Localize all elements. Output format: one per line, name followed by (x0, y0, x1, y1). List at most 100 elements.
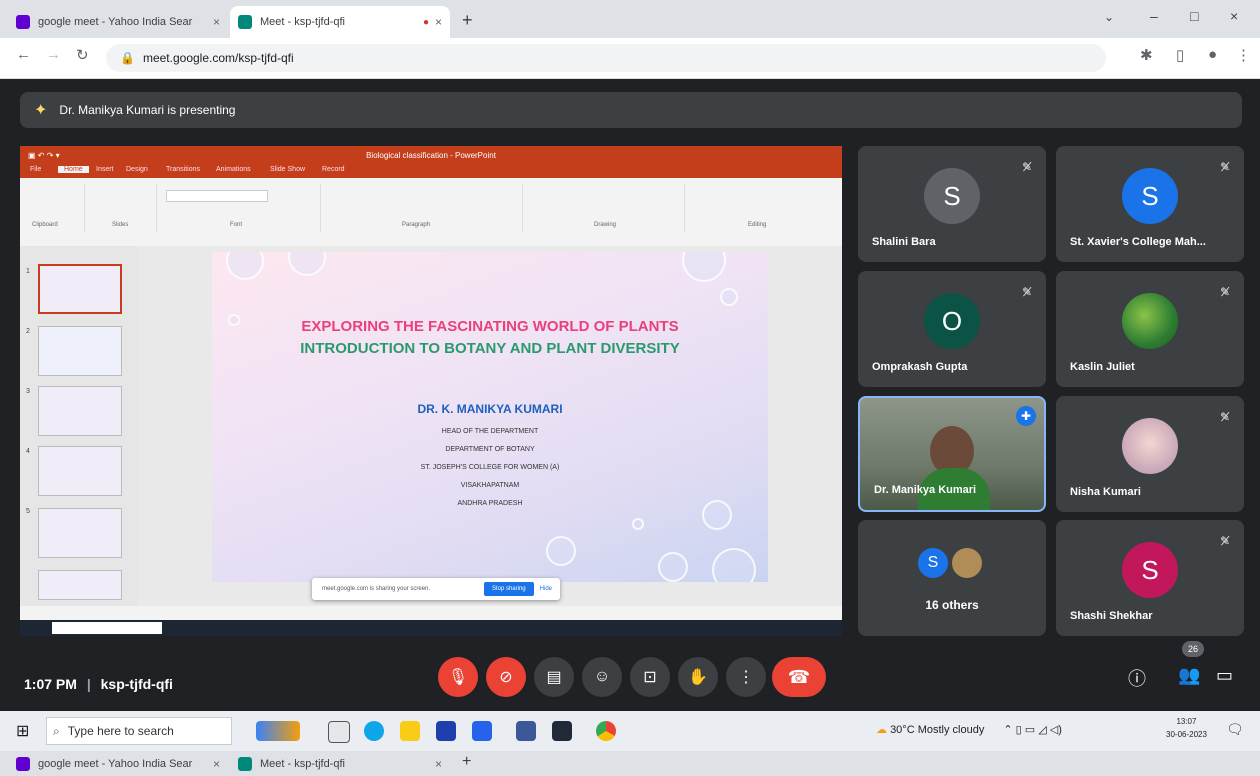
font-group: Font (160, 184, 321, 232)
participant-name: Kaslin Juliet (1070, 361, 1135, 373)
participant-tile[interactable]: ✎̸ S Shashi Shekhar (1056, 520, 1244, 636)
participant-tile[interactable]: ✎̸ S St. Xavier's College Mah... (1056, 146, 1244, 262)
avatar: O (924, 293, 980, 349)
ribbon-tab-file[interactable]: File (30, 166, 41, 173)
tab-close-icon[interactable]: × (435, 757, 442, 771)
browser-tab-yahoo[interactable]: google meet - Yahoo India Sear × (8, 6, 228, 38)
mic-off-icon: ✎̸ (1021, 285, 1032, 299)
new-tab-button[interactable]: + (462, 753, 471, 771)
weather-text: 30°C Mostly cloudy (890, 724, 985, 736)
taskbar-clock[interactable]: 13:07 30-06-2023 (1166, 715, 1207, 741)
tab-close-icon[interactable]: × (435, 15, 442, 29)
camera-toggle-button[interactable]: ⊘ (486, 657, 526, 697)
tab-close-icon[interactable]: × (213, 757, 220, 771)
drawing-group: Drawing (524, 184, 685, 232)
participant-tile[interactable]: ✎̸ Kaslin Juliet (1056, 271, 1244, 387)
participant-tile[interactable]: ✎̸ S Shalini Bara (858, 146, 1046, 262)
avatar: S (1122, 168, 1178, 224)
end-call-button[interactable]: ☎ (772, 657, 826, 697)
weather-icon: ☁ (876, 724, 887, 736)
tab-search-icon[interactable]: ⌄ (1104, 10, 1114, 24)
maximize-button[interactable]: □ (1190, 8, 1198, 24)
ribbon-tab-record[interactable]: Record (322, 166, 345, 173)
zoom-icon[interactable] (516, 721, 536, 741)
slide-thumbnail[interactable] (38, 446, 122, 496)
tray-icons[interactable]: ⌃ ▯ ▭ ◿ ◁) (1003, 724, 1061, 736)
tab-label: Meet - ksp-tjfd-qfi (260, 16, 345, 28)
profile-icon[interactable]: ● (1208, 46, 1217, 63)
slide-line: DEPARTMENT OF BOTANY (445, 446, 535, 453)
participant-tile[interactable]: ✎̸ O Omprakash Gupta (858, 271, 1046, 387)
reload-icon[interactable]: ↻ (76, 46, 89, 64)
browser-tab-meet[interactable]: Meet - ksp-tjfd-qfi ● × (230, 6, 450, 38)
presenting-banner: ✦ Dr. Manikya Kumari is presenting (20, 92, 1242, 128)
stop-sharing-button[interactable]: Stop sharing (483, 582, 534, 596)
forward-icon[interactable]: → (46, 46, 61, 63)
notifications-icon[interactable]: 🗨 (1226, 721, 1244, 738)
menu-icon[interactable]: ⋮ (1236, 46, 1251, 64)
raise-hand-icon: ✋ (688, 669, 708, 686)
present-button[interactable]: ⊡ (630, 657, 670, 697)
participant-name: Nisha Kumari (1070, 486, 1141, 498)
tab-label: google meet - Yahoo India Sear (38, 16, 193, 28)
raise-hand-button[interactable]: ✋ (678, 657, 718, 697)
powerpoint-statusbar (20, 606, 842, 620)
task-view-icon[interactable] (328, 721, 350, 743)
end-call-icon: ☎ (787, 666, 811, 687)
presenting-text: Dr. Manikya Kumari is presenting (59, 103, 236, 117)
info-icon[interactable]: ⓘ (1128, 665, 1146, 691)
clock-date: 30-06-2023 (1166, 730, 1207, 739)
slide-thumbnail[interactable] (38, 264, 122, 314)
file-explorer-icon[interactable] (400, 721, 420, 741)
ribbon-tab-slideshow[interactable]: Slide Show (270, 166, 305, 173)
address-bar[interactable]: 🔒 meet.google.com/ksp-tjfd-qfi (106, 44, 1106, 72)
close-window-button[interactable]: × (1230, 8, 1238, 24)
meet-window: ✦ Dr. Manikya Kumari is presenting ▣ ↶ ↷… (0, 79, 1260, 711)
clock-time: 13:07 (1176, 717, 1197, 726)
extensions-icon[interactable]: ✱ (1140, 46, 1153, 64)
ribbon-tab-animations[interactable]: Animations (216, 166, 251, 173)
captions-button[interactable]: ▤ (534, 657, 574, 697)
ribbon-tab-transitions[interactable]: Transitions (166, 166, 200, 173)
avatar: S (924, 168, 980, 224)
mail-icon[interactable] (436, 721, 456, 741)
hide-button[interactable]: Hide (540, 586, 552, 592)
slide-thumbnail[interactable] (38, 386, 122, 436)
mic-off-icon: ✎̸ (1021, 160, 1032, 174)
chrome-icon[interactable] (596, 721, 616, 741)
slide-thumbnail[interactable] (38, 326, 122, 376)
meeting-time: 1:07 PM (24, 676, 77, 692)
chat-icon[interactable]: ▭ (1216, 665, 1233, 686)
participant-name: Shashi Shekhar (1070, 610, 1153, 622)
browser-tab-meet[interactable]: Meet - ksp-tjfd-qfi × (230, 753, 450, 775)
mic-toggle-button[interactable]: 🎙 (438, 657, 478, 697)
more-options-icon: ⋮ (738, 669, 754, 686)
slide-thumbnails: 1 2 3 4 5 (20, 246, 138, 606)
app-icon[interactable] (552, 721, 572, 741)
tab-close-icon[interactable]: × (213, 15, 220, 29)
mic-off-icon: ✎̸ (1219, 285, 1230, 299)
participant-tile[interactable]: ✎̸ Nisha Kumari (1056, 396, 1244, 512)
new-tab-button[interactable]: + (462, 10, 473, 31)
slide-thumbnail[interactable] (38, 508, 122, 558)
more-options-button[interactable]: ⋮ (726, 657, 766, 697)
windows-start-icon[interactable]: ⊞ (16, 721, 29, 741)
others-tile[interactable]: S 16 others (858, 520, 1046, 636)
minimize-button[interactable]: – (1150, 8, 1158, 24)
tab-label: google meet - Yahoo India Sear (38, 758, 193, 770)
slide-thumbnail[interactable] (38, 570, 122, 600)
emoji-button[interactable]: ☺ (582, 657, 622, 697)
taskbar-search-box[interactable]: ⌕ Type here to search (46, 717, 232, 745)
people-icon[interactable]: 👥 (1178, 665, 1200, 686)
sidepanel-icon[interactable]: ▯ (1176, 46, 1184, 64)
participant-tile-presenter[interactable]: ✚ Dr. Manikya Kumari (858, 396, 1046, 512)
ribbon-tab-design[interactable]: Design (126, 166, 148, 173)
edge-icon[interactable] (364, 721, 384, 741)
back-icon[interactable]: ← (16, 46, 31, 63)
quick-access-icons: ▣ ↶ ↷ ▾ (28, 150, 60, 160)
ribbon-tab-insert[interactable]: Insert (96, 166, 114, 173)
search-highlight-icon[interactable] (256, 721, 300, 741)
store-icon[interactable] (472, 721, 492, 741)
browser-tab-yahoo[interactable]: google meet - Yahoo India Sear × (8, 753, 228, 775)
ribbon-tab-home[interactable]: Home (58, 166, 89, 173)
